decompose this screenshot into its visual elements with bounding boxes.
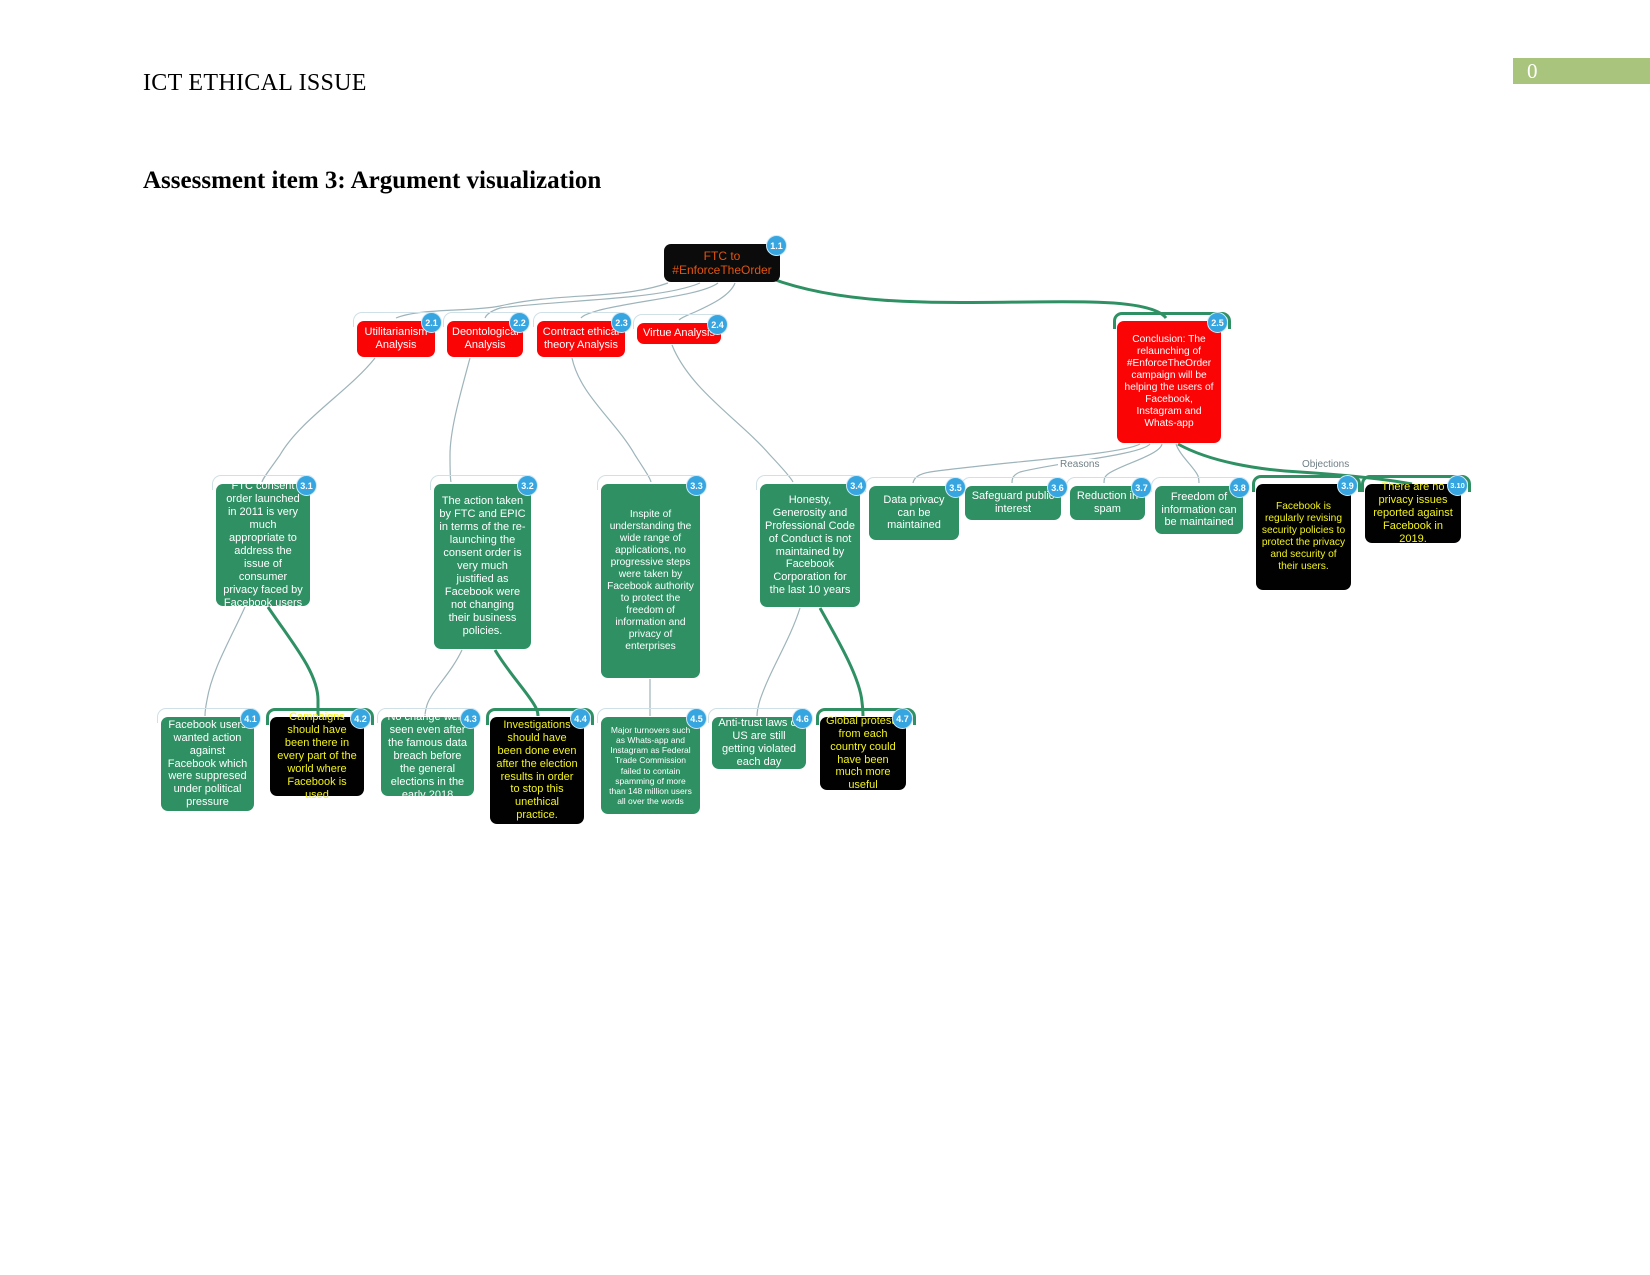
argument-node-label-3.1: FTC consent order launched in 2011 is ve… <box>223 480 303 609</box>
argument-node-label-4.5: Major turnovers such as Whats-app and In… <box>609 725 692 806</box>
argument-node-4.3[interactable]: No change were seen even after the famou… <box>381 711 474 801</box>
argument-node-label-3.9: Facebook is regularly revising security … <box>1261 500 1346 573</box>
node-id-badge-3.5[interactable]: 3.5 <box>945 477 966 498</box>
argument-node-3.4[interactable]: Honesty, Generosity and Professional Cod… <box>760 484 860 607</box>
node-id-badge-3.3[interactable]: 3.3 <box>686 475 707 496</box>
argument-node-label-3.5: Data privacy can be maintained <box>883 493 945 532</box>
argument-node-4.7[interactable]: Global protests from each country could … <box>820 714 906 792</box>
node-id-badge-1.1[interactable]: 1.1 <box>766 235 787 256</box>
node-id-badge-2.2[interactable]: 2.2 <box>509 312 530 333</box>
node-id-badge-4.1[interactable]: 4.1 <box>240 708 261 729</box>
argument-node-4.2[interactable]: Campaigns should have been there in ever… <box>270 711 364 801</box>
edge-label-objections: Objections <box>1300 459 1352 470</box>
node-id-badge-3.1[interactable]: 3.1 <box>296 475 317 496</box>
argument-node-label-2.2: Deontological Analysis <box>452 326 519 351</box>
argument-node-3.1[interactable]: FTC consent order launched in 2011 is ve… <box>216 480 310 609</box>
node-id-badge-4.6[interactable]: 4.6 <box>792 708 813 729</box>
argument-node-label-4.2: Campaigns should have been there in ever… <box>277 711 357 801</box>
edge-label-reasons: Reasons <box>1058 459 1102 470</box>
argument-node-4.1[interactable]: Facebook users wanted action against Fac… <box>161 717 254 811</box>
node-id-badge-2.5[interactable]: 2.5 <box>1207 312 1228 333</box>
argument-visualization-diagram: FTC to #EnforceTheOrder 1.1 Utilitarianism… <box>0 0 1650 1275</box>
argument-node-3.10[interactable]: There are no privacy issues reported aga… <box>1365 481 1461 545</box>
argument-node-label-2.5: Conclusion: The relaunching of #EnforceT… <box>1124 333 1214 430</box>
argument-node-label-1.1: FTC to #EnforceTheOrder <box>672 248 772 277</box>
argument-node-label-2.3: Contract ethical theory Analysis <box>542 326 620 351</box>
argument-node-label-3.8: Freedom of information can be maintained <box>1161 490 1237 529</box>
node-id-badge-2.3[interactable]: 2.3 <box>611 312 632 333</box>
node-id-badge-4.7[interactable]: 4.7 <box>892 708 913 729</box>
argument-node-3.2[interactable]: The action taken by FTC and EPIC in term… <box>434 484 531 649</box>
node-id-badge-3.10[interactable]: 3.10 <box>1447 475 1468 496</box>
node-id-badge-4.3[interactable]: 4.3 <box>460 708 481 729</box>
argument-node-1.1[interactable]: FTC to #EnforceTheOrder <box>664 244 780 282</box>
argument-node-label-4.4: Investigations should have been done eve… <box>496 718 578 822</box>
argument-node-label-4.7: Global protests from each country could … <box>826 714 900 792</box>
argument-node-label-3.6: Safeguard public interest <box>971 490 1055 515</box>
argument-node-label-3.4: Honesty, Generosity and Professional Cod… <box>765 493 855 597</box>
argument-node-3.9[interactable]: Facebook is regularly revising security … <box>1256 484 1351 590</box>
argument-node-label-3.10: There are no privacy issues reported aga… <box>1373 481 1453 545</box>
node-id-badge-2.1[interactable]: 2.1 <box>421 312 442 333</box>
argument-node-label-2.4: Virtue Analysis <box>643 327 715 340</box>
node-id-badge-3.2[interactable]: 3.2 <box>517 475 538 496</box>
argument-node-label-3.3: Inspite of understanding the wide range … <box>607 508 694 653</box>
node-id-badge-3.7[interactable]: 3.7 <box>1131 477 1152 498</box>
argument-node-3.5[interactable]: Data privacy can be maintained <box>869 486 959 540</box>
argument-node-label-2.1: Utilitarianism Analysis <box>364 326 428 351</box>
node-id-badge-2.4[interactable]: 2.4 <box>707 314 728 335</box>
node-id-badge-3.9[interactable]: 3.9 <box>1337 475 1358 496</box>
node-id-badge-4.4[interactable]: 4.4 <box>570 708 591 729</box>
argument-node-3.3[interactable]: Inspite of understanding the wide range … <box>601 484 700 678</box>
node-id-badge-4.2[interactable]: 4.2 <box>350 708 371 729</box>
edge-layer <box>204 276 1413 717</box>
argument-node-2.5[interactable]: Conclusion: The relaunching of #EnforceT… <box>1117 321 1221 443</box>
argument-node-3.6[interactable]: Safeguard public interest <box>965 486 1061 520</box>
node-id-badge-4.5[interactable]: 4.5 <box>686 708 707 729</box>
node-id-badge-3.4[interactable]: 3.4 <box>846 475 867 496</box>
argument-node-label-4.6: Anti-trust laws of US are still getting … <box>718 717 800 768</box>
argument-node-label-4.1: Facebook users wanted action against Fac… <box>167 718 248 809</box>
argument-node-4.6[interactable]: Anti-trust laws of US are still getting … <box>712 717 806 769</box>
node-id-badge-3.8[interactable]: 3.8 <box>1229 477 1250 498</box>
argument-node-4.5[interactable]: Major turnovers such as Whats-app and In… <box>601 717 700 814</box>
argument-node-label-3.2: The action taken by FTC and EPIC in term… <box>439 495 526 637</box>
node-id-badge-3.6[interactable]: 3.6 <box>1047 477 1068 498</box>
argument-node-4.4[interactable]: Investigations should have been done eve… <box>490 717 584 824</box>
argument-node-label-4.3: No change were seen even after the famou… <box>387 711 468 801</box>
argument-node-label-3.7: Reduction in spam <box>1076 490 1139 515</box>
